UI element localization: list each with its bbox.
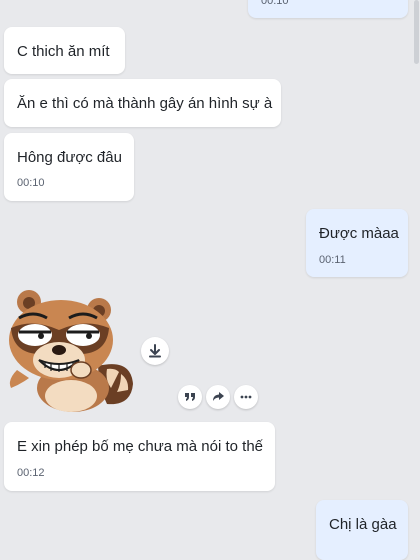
forward-icon xyxy=(212,392,224,401)
message-bubble-outgoing[interactable]: 00:10 xyxy=(248,0,408,18)
forward-button[interactable] xyxy=(206,385,230,409)
more-icon xyxy=(240,395,252,399)
chat-scrollbar[interactable] xyxy=(413,0,420,544)
raccoon-sticker-image xyxy=(9,290,133,412)
scrollbar-thumb[interactable] xyxy=(414,0,419,64)
message-text: E xin phép bố mẹ chưa mà nói to thế xyxy=(17,438,264,455)
raccoon-smirk-sticker[interactable] xyxy=(3,288,138,415)
message-time: 00:10 xyxy=(261,0,289,7)
message-text: Ăn e thì có mà thành gây án hình sự à xyxy=(17,95,273,112)
message-bubble-incoming[interactable]: E xin phép bố mẹ chưa mà nói to thế 00:1… xyxy=(4,422,275,491)
message-text: Chị là gàa xyxy=(329,516,397,533)
quote-icon xyxy=(185,393,195,401)
message-bubble-outgoing[interactable]: Được màaa 00:11 xyxy=(306,209,408,277)
message-bubble-incoming[interactable]: C thich ăn mít xyxy=(4,27,125,74)
download-button[interactable] xyxy=(141,337,169,365)
message-text: C thich ăn mít xyxy=(17,43,110,60)
message-text: Hông được đâu xyxy=(17,149,122,166)
message-time: 00:11 xyxy=(319,254,346,266)
message-text: Được màaa xyxy=(319,225,399,242)
message-time: 00:10 xyxy=(17,177,45,189)
message-time: 00:12 xyxy=(17,467,45,479)
quote-button[interactable] xyxy=(178,385,202,409)
more-button[interactable] xyxy=(234,385,258,409)
message-bubble-outgoing[interactable]: Chị là gàa xyxy=(316,500,408,560)
message-bubble-incoming[interactable]: Ăn e thì có mà thành gây án hình sự à xyxy=(4,79,281,127)
download-icon xyxy=(149,344,161,358)
message-bubble-incoming[interactable]: Hông được đâu 00:10 xyxy=(4,133,134,201)
